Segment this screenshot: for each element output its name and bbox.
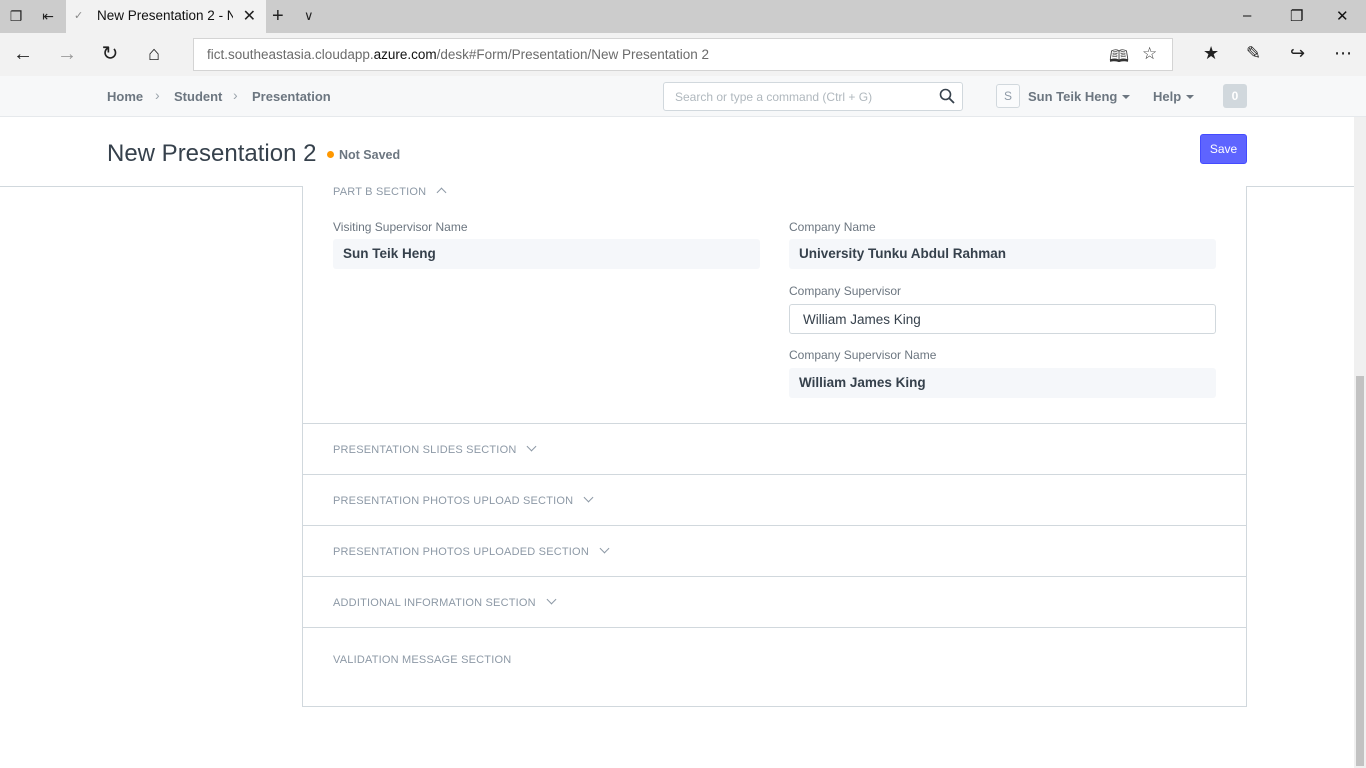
status-badge: Not Saved (327, 148, 400, 162)
set-aside-tabs-icon[interactable]: ⇤ (40, 8, 56, 24)
company-supervisor-name-label: Company Supervisor Name (789, 348, 937, 362)
reading-view-icon[interactable]: 🕮 (1109, 44, 1129, 73)
close-tab-icon[interactable]: ✕ (243, 6, 256, 26)
breadcrumb-home[interactable]: Home (107, 89, 143, 104)
company-name-value: University Tunku Abdul Rahman (789, 239, 1216, 269)
awesome-bar[interactable] (663, 82, 963, 111)
company-name-label: Company Name (789, 220, 876, 234)
section-head-validation-message: VALIDATION MESSAGE SECTION (333, 654, 512, 666)
section-head-photos-upload[interactable]: PRESENTATION PHOTOS UPLOAD SECTION (333, 492, 594, 507)
section-divider (303, 525, 1246, 526)
page-head: New Presentation 2 Not Saved Save (0, 117, 1354, 187)
forward-icon[interactable]: → (55, 42, 79, 66)
chevron-right-icon: › (155, 87, 160, 103)
section-head-part-b[interactable]: PART B SECTION (333, 186, 447, 198)
favorites-hub-icon[interactable]: ★ (1203, 43, 1219, 64)
notification-badge[interactable]: 0 (1223, 84, 1247, 108)
section-head-photos-uploaded[interactable]: PRESENTATION PHOTOS UPLOADED SECTION (333, 543, 610, 558)
chevron-down-icon[interactable]: ∨ (304, 8, 314, 24)
section-divider (303, 627, 1246, 628)
section-head-additional-information[interactable]: ADDITIONAL INFORMATION SECTION (333, 594, 557, 609)
chevron-right-icon: › (233, 87, 238, 103)
breadcrumb-student[interactable]: Student (174, 89, 222, 104)
save-button[interactable]: Save (1200, 134, 1247, 164)
browser-tab-bar: ❐ ⇤ ✓ New Presentation 2 - New Presentat… (0, 0, 1366, 33)
company-supervisor-name-value: William James King (789, 368, 1216, 398)
address-bar[interactable]: fict.southeastasia.cloudapp.azure.com/de… (193, 38, 1173, 71)
tab-manager-icon[interactable]: ❐ (8, 8, 24, 24)
form-layout: PART B SECTION Visiting Supervisor Name … (302, 186, 1247, 707)
visiting-supervisor-value: Sun Teik Heng (333, 239, 760, 269)
share-icon[interactable]: ↪ (1290, 43, 1305, 64)
new-tab-icon[interactable]: + (272, 5, 284, 28)
section-divider (303, 474, 1246, 475)
page-favicon-icon: ✓ (74, 10, 84, 22)
more-icon[interactable]: ⋯ (1334, 43, 1352, 64)
browser-tab-active[interactable]: ✓ New Presentation 2 - New Presentation … (66, 0, 266, 33)
home-icon[interactable]: ⌂ (142, 42, 166, 66)
avatar[interactable]: S (996, 84, 1020, 108)
visiting-supervisor-label: Visiting Supervisor Name (333, 220, 468, 234)
favorite-star-icon[interactable]: ☆ (1142, 44, 1157, 64)
search-input[interactable] (664, 83, 934, 110)
section-head-presentation-slides[interactable]: PRESENTATION SLIDES SECTION (333, 441, 537, 456)
tab-title: New Presentation 2 - New Presentation 2 (97, 8, 233, 23)
page-scrollbar[interactable] (1354, 117, 1366, 768)
chevron-down-icon (527, 441, 537, 452)
back-icon[interactable]: ← (11, 42, 35, 66)
scrollbar-thumb[interactable] (1356, 376, 1364, 766)
pen-icon[interactable]: ✎ (1246, 43, 1261, 64)
chevron-down-icon (583, 492, 594, 503)
search-icon[interactable] (938, 87, 956, 105)
section-divider (303, 576, 1246, 577)
page-title: New Presentation 2 (107, 140, 317, 167)
refresh-icon[interactable]: ↻ (98, 42, 122, 66)
chevron-down-icon (599, 543, 610, 554)
status-dot-icon (327, 151, 334, 159)
breadcrumb-presentation[interactable]: Presentation (252, 89, 331, 104)
browser-nav-bar: ← → ↻ ⌂ fict.southeastasia.cloudapp.azur… (0, 33, 1366, 76)
caret-down-icon (1186, 94, 1195, 99)
close-window-icon[interactable]: ✕ (1336, 7, 1349, 25)
app-navbar: Home › Student › Presentation S Sun Teik… (0, 76, 1366, 117)
chevron-up-icon (436, 187, 447, 198)
company-supervisor-label: Company Supervisor (789, 284, 902, 298)
company-supervisor-input[interactable] (789, 304, 1216, 334)
user-menu[interactable]: Sun Teik Heng (1028, 89, 1131, 104)
minimize-icon[interactable]: – (1243, 7, 1251, 24)
caret-down-icon (1122, 94, 1131, 99)
restore-icon[interactable]: ❐ (1290, 7, 1303, 25)
section-divider (303, 423, 1246, 424)
url-text[interactable]: fict.southeastasia.cloudapp.azure.com/de… (207, 47, 709, 62)
chevron-down-icon (546, 594, 557, 605)
help-menu[interactable]: Help (1153, 89, 1195, 104)
